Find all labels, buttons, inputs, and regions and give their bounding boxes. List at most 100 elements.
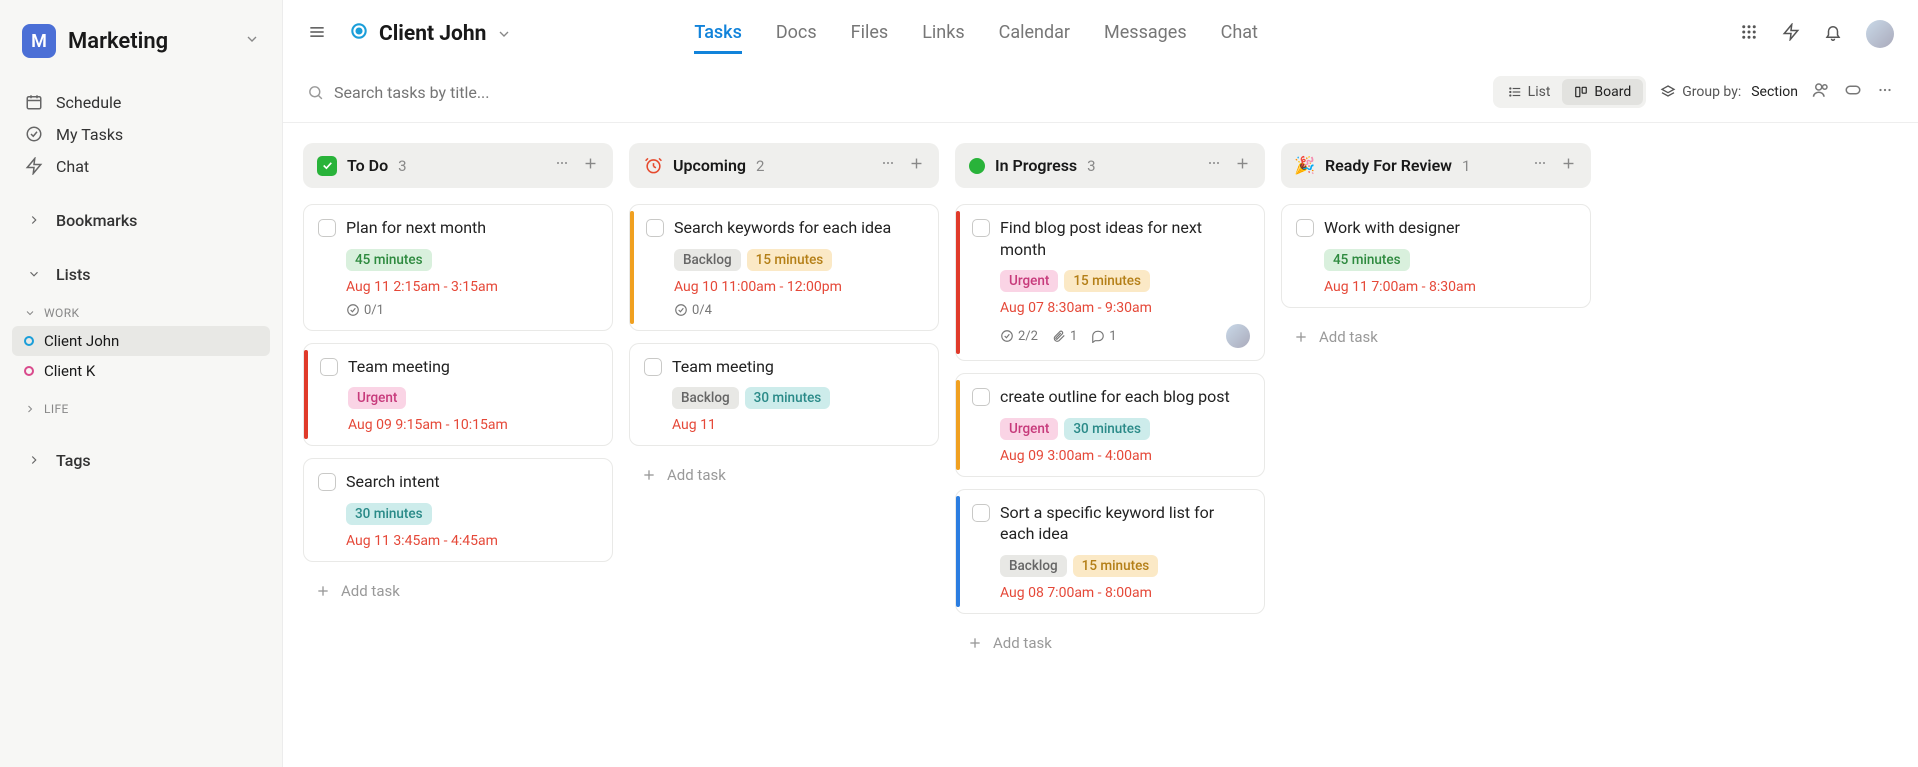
task-title: Team meeting — [348, 356, 450, 378]
task-card[interactable]: create outline for each blog post Urgent… — [955, 373, 1265, 477]
task-card[interactable]: Work with designer 45 minutes Aug 11 7:0… — [1281, 204, 1591, 308]
view-list-label: List — [1528, 84, 1551, 100]
more-icon[interactable] — [554, 155, 570, 176]
nav-chat[interactable]: Chat — [12, 150, 270, 182]
tab-links[interactable]: Links — [922, 14, 964, 54]
chevron-down-icon — [496, 26, 512, 42]
tab-chat[interactable]: Chat — [1221, 14, 1258, 54]
add-task-button[interactable]: Add task — [629, 458, 939, 492]
task-card[interactable]: Team meeting Backlog30 minutes Aug 11 — [629, 343, 939, 447]
column-header: 🎉 Ready For Review 1 — [1281, 143, 1591, 188]
task-card[interactable]: Search keywords for each idea Backlog15 … — [629, 204, 939, 331]
view-board-button[interactable]: Board — [1562, 79, 1643, 105]
priority-stripe — [630, 211, 634, 324]
group-name: WORK — [44, 306, 79, 320]
task-checkbox[interactable] — [972, 388, 990, 406]
tab-calendar[interactable]: Calendar — [999, 14, 1070, 54]
task-checkbox[interactable] — [644, 358, 662, 376]
more-icon[interactable] — [1876, 81, 1894, 103]
tab-files[interactable]: Files — [851, 14, 889, 54]
task-card[interactable]: Sort a specific keyword list for each id… — [955, 489, 1265, 614]
column-count: 2 — [756, 157, 764, 175]
alarm-icon — [643, 156, 663, 176]
list-color-icon — [24, 366, 34, 376]
list-group-work[interactable]: WORK — [12, 300, 270, 326]
column-count: 1 — [1462, 157, 1470, 175]
attachment-count: 1 — [1052, 329, 1077, 344]
task-card[interactable]: Plan for next month 45 minutes Aug 11 2:… — [303, 204, 613, 331]
chip: 15 minutes — [747, 249, 833, 271]
tab-docs[interactable]: Docs — [776, 14, 817, 54]
column: 🎉 Ready For Review 1 Work with designer … — [1281, 143, 1591, 354]
more-icon[interactable] — [1532, 155, 1548, 176]
task-checkbox[interactable] — [972, 504, 990, 522]
column: In Progress 3 Find blog post ideas for n… — [955, 143, 1265, 660]
task-card[interactable]: Find blog post ideas for next month Urge… — [955, 204, 1265, 361]
task-date: Aug 10 11:00am - 12:00pm — [674, 279, 924, 295]
task-card[interactable]: Team meeting Urgent Aug 09 9:15am - 10:1… — [303, 343, 613, 447]
list-client-k[interactable]: Client K — [12, 356, 270, 386]
bell-icon[interactable] — [1824, 23, 1842, 45]
chip: 45 minutes — [346, 249, 432, 271]
task-checkbox[interactable] — [646, 219, 664, 237]
tab-tasks[interactable]: Tasks — [694, 14, 741, 54]
task-checkbox[interactable] — [972, 219, 990, 237]
task-title: Search keywords for each idea — [674, 217, 891, 239]
tab-messages[interactable]: Messages — [1104, 14, 1187, 54]
chip: Urgent — [1000, 418, 1058, 440]
calendar-icon — [24, 92, 44, 112]
list-client-john[interactable]: Client John — [12, 326, 270, 356]
subtask-count: 2/2 — [1000, 329, 1038, 344]
search-input[interactable] — [334, 83, 634, 102]
search-wrap — [307, 83, 1479, 102]
groupby-value: Section — [1751, 84, 1798, 100]
list-group-life[interactable]: LIFE — [12, 396, 270, 422]
add-task-button[interactable]: Add task — [1281, 320, 1591, 354]
bolt-icon — [24, 156, 44, 176]
column-title: In Progress — [995, 156, 1077, 175]
main: Client John Tasks Docs Files Links Calen… — [283, 0, 1918, 767]
tags-heading[interactable]: Tags — [12, 444, 270, 476]
add-task-button[interactable]: Add task — [303, 574, 613, 608]
project-title[interactable]: Client John — [349, 21, 512, 47]
comment-count: 1 — [1091, 329, 1116, 344]
nav-schedule[interactable]: Schedule — [12, 86, 270, 118]
view-list-button[interactable]: List — [1496, 79, 1563, 105]
bolt-icon[interactable] — [1782, 23, 1800, 45]
subtask-count: 0/1 — [346, 303, 384, 318]
more-icon[interactable] — [1206, 155, 1222, 176]
add-icon[interactable] — [1560, 155, 1577, 176]
people-icon[interactable] — [1812, 81, 1830, 103]
task-date: Aug 07 8:30am - 9:30am — [1000, 300, 1250, 316]
chevron-down-icon — [24, 307, 36, 319]
task-date: Aug 11 3:45am - 4:45am — [346, 533, 598, 549]
apps-icon[interactable] — [1740, 23, 1758, 45]
groupby-button[interactable]: Group by: Section — [1660, 84, 1798, 100]
more-icon[interactable] — [880, 155, 896, 176]
lists-heading[interactable]: Lists — [12, 258, 270, 290]
tag-icon[interactable] — [1844, 81, 1862, 103]
topbar: Client John Tasks Docs Files Links Calen… — [283, 0, 1918, 68]
task-checkbox[interactable] — [1296, 219, 1314, 237]
nav-my-tasks[interactable]: My Tasks — [12, 118, 270, 150]
plus-icon — [967, 635, 983, 651]
add-icon[interactable] — [1234, 155, 1251, 176]
assignee-avatar[interactable] — [1226, 324, 1250, 348]
bookmarks-heading[interactable]: Bookmarks — [12, 204, 270, 236]
user-avatar[interactable] — [1866, 20, 1894, 48]
add-icon[interactable] — [908, 155, 925, 176]
menu-icon[interactable] — [307, 22, 327, 46]
task-checkbox[interactable] — [318, 219, 336, 237]
task-checkbox[interactable] — [320, 358, 338, 376]
task-checkbox[interactable] — [318, 473, 336, 491]
workspace-switcher[interactable]: M Marketing — [12, 18, 270, 64]
task-title: Sort a specific keyword list for each id… — [1000, 502, 1250, 545]
priority-stripe — [304, 350, 308, 440]
add-task-button[interactable]: Add task — [955, 626, 1265, 660]
task-date: Aug 09 3:00am - 4:00am — [1000, 448, 1250, 464]
card-meta: 0/4 — [674, 303, 924, 318]
add-icon[interactable] — [582, 155, 599, 176]
task-card[interactable]: Search intent 30 minutes Aug 11 3:45am -… — [303, 458, 613, 562]
check-square-icon — [317, 156, 337, 176]
layers-icon — [1660, 84, 1676, 100]
